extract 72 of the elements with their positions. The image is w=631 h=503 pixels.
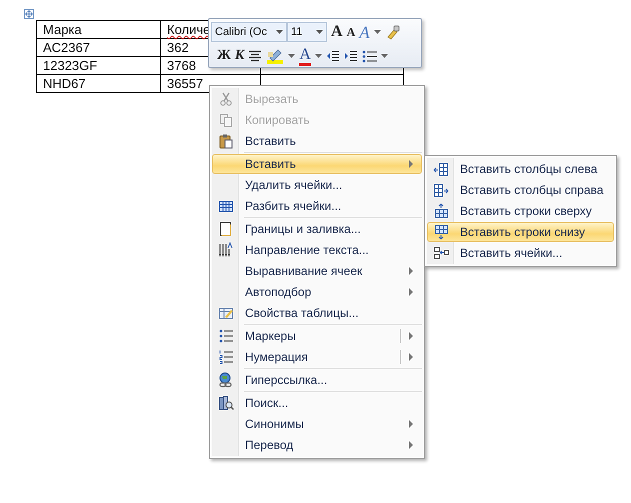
- clipboard-icon: [218, 133, 234, 149]
- font-color-button[interactable]: A: [299, 46, 311, 66]
- caret-icon: [314, 54, 322, 58]
- caret-icon: [276, 30, 283, 34]
- italic-button[interactable]: К: [234, 49, 244, 63]
- submenu-arrow-icon: [409, 332, 413, 340]
- submenu-item[interactable]: Вставить строки сверху: [427, 201, 614, 221]
- insert-column-left-icon: [433, 161, 449, 177]
- caret-icon: [380, 54, 388, 58]
- menu-item[interactable]: Выравнивание ячеек: [212, 261, 422, 281]
- submenu-arrow-icon: [409, 353, 413, 361]
- submenu-item[interactable]: Вставить ячейки...: [427, 243, 614, 263]
- shrink-font-button[interactable]: A: [346, 26, 356, 38]
- menu-item[interactable]: Удалить ячейки...: [212, 175, 422, 195]
- table-header-cell: Марка: [43, 22, 82, 37]
- submenu-arrow-icon: [409, 267, 413, 275]
- submenu-arrow-icon: [409, 288, 413, 296]
- menu-item[interactable]: Направление текста...: [212, 240, 422, 260]
- insert-cells-icon: [433, 245, 449, 261]
- table-cell: AC2367: [43, 40, 90, 55]
- menu-item[interactable]: Границы и заливка...: [212, 219, 422, 239]
- table-cell: 36557: [167, 76, 204, 91]
- numbering-icon: [218, 349, 234, 365]
- submenu-arrow-icon: [409, 441, 413, 449]
- caret-icon: [288, 54, 296, 58]
- insert-column-right-icon: [433, 182, 449, 198]
- menu-item[interactable]: Вставить: [212, 131, 422, 151]
- menu-item[interactable]: Вставить: [212, 154, 422, 174]
- page-icon: [218, 221, 234, 237]
- bullets-icon: [218, 328, 234, 344]
- submenu-item[interactable]: Вставить столбцы слева: [427, 159, 614, 179]
- submenu-item[interactable]: Вставить строки снизу: [427, 222, 614, 242]
- bold-button[interactable]: Ж: [217, 49, 231, 63]
- align-center-icon[interactable]: [248, 50, 262, 62]
- menu-item[interactable]: Разбить ячейки...: [212, 196, 422, 216]
- decrease-indent-icon[interactable]: [326, 50, 340, 62]
- grow-font-button[interactable]: A: [331, 24, 343, 40]
- submenu-arrow-icon: [409, 160, 413, 168]
- menu-item[interactable]: Маркеры: [212, 326, 422, 346]
- bullets-icon[interactable]: [362, 50, 377, 62]
- insert-row-above-icon: [433, 203, 449, 219]
- menu-item[interactable]: Гиперссылка...: [212, 370, 422, 390]
- caret-icon: [316, 30, 323, 34]
- table-header-cell: Количе: [167, 22, 210, 37]
- font-size-field[interactable]: 11: [287, 22, 327, 42]
- table-grid-icon: [218, 198, 234, 214]
- scissors-icon: [218, 91, 234, 107]
- font-field[interactable]: Calibri (Oc: [211, 22, 287, 42]
- increase-indent-icon[interactable]: [344, 50, 358, 62]
- submenu-arrow-icon: [409, 420, 413, 428]
- move-handle-icon[interactable]: [24, 9, 34, 19]
- menu-item[interactable]: Синонимы: [212, 414, 422, 434]
- research-icon: [218, 395, 234, 411]
- text-direction-icon: [218, 242, 234, 258]
- format-painter-icon[interactable]: [384, 24, 401, 40]
- highlighter-icon[interactable]: [266, 48, 284, 64]
- insert-row-below-icon: [433, 224, 449, 240]
- table-cell: 3768: [167, 58, 196, 73]
- menu-item[interactable]: Свойства таблицы...: [212, 303, 422, 323]
- styles-button[interactable]: A: [359, 24, 370, 40]
- table-cell: 362: [167, 40, 189, 55]
- copy-icon: [218, 112, 234, 128]
- menu-item[interactable]: Автоподбор: [212, 282, 422, 302]
- menu-item[interactable]: Перевод: [212, 435, 422, 455]
- table-cell: 12323GF: [43, 58, 98, 73]
- caret-icon: [374, 30, 381, 34]
- submenu-item[interactable]: Вставить столбцы справа: [427, 180, 614, 200]
- globe-link-icon: [218, 372, 234, 388]
- menu-item[interactable]: Нумерация: [212, 347, 422, 367]
- table-properties-icon: [218, 305, 234, 321]
- menu-item[interactable]: Поиск...: [212, 393, 422, 413]
- table-cell: NHD67: [43, 76, 86, 91]
